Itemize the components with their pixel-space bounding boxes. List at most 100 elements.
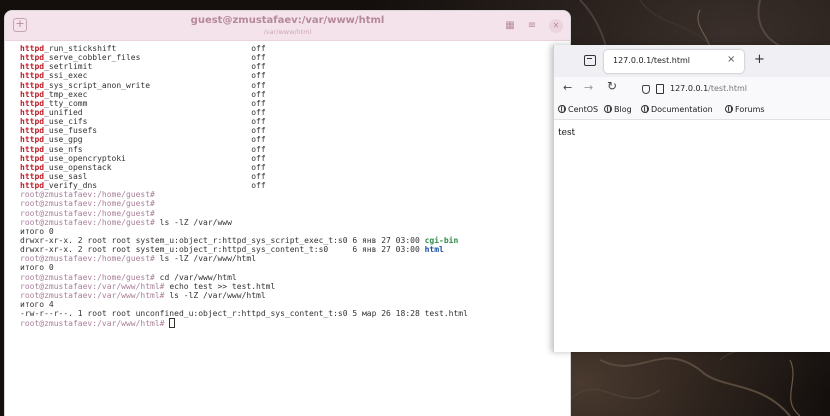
sebool-name: _use_cifs bbox=[44, 117, 88, 127]
sebool-name: _run_stickshift bbox=[44, 44, 117, 53]
tab-title: 127.0.0.1/test.html bbox=[613, 56, 690, 65]
sebool-value: off bbox=[251, 181, 266, 191]
httpd-keyword: httpd bbox=[20, 117, 45, 127]
window-subtitle: /var/www/html bbox=[263, 28, 312, 36]
sebool-value: off bbox=[251, 80, 266, 90]
sebool-line: httpd_use_nfs off bbox=[20, 145, 565, 154]
line-text: echo test >> test.html bbox=[164, 281, 276, 291]
sebool-line: httpd_use_opencryptoki off bbox=[20, 154, 565, 163]
sebool-value: off bbox=[251, 89, 266, 99]
line-text: итого 4 bbox=[20, 299, 54, 309]
tab-list-icon[interactable] bbox=[584, 55, 596, 66]
sebool-line: httpd_setrlimit off bbox=[20, 62, 565, 71]
httpd-keyword: httpd bbox=[20, 80, 45, 90]
line-text: ls -lZ /var/www/html bbox=[164, 290, 266, 300]
httpd-keyword: httpd bbox=[20, 62, 45, 72]
sebool-value: off bbox=[251, 162, 266, 172]
text-cursor bbox=[169, 318, 176, 329]
httpd-keyword: httpd bbox=[20, 53, 45, 63]
bookmark-label: Blog bbox=[614, 105, 632, 114]
bookmark-label: CentOS bbox=[568, 105, 599, 114]
httpd-keyword: httpd bbox=[20, 162, 45, 172]
browser-window[interactable]: 127.0.0.1/test.html × + ← → ↻ 127.0.0.1/… bbox=[553, 45, 830, 352]
httpd-keyword: httpd bbox=[20, 89, 45, 99]
bookmark-label: Forums bbox=[735, 105, 765, 114]
sebool-line: httpd_tty_comm off bbox=[20, 99, 565, 108]
page-body-text: test bbox=[558, 128, 576, 138]
globe-icon bbox=[725, 105, 733, 113]
sebool-value: off bbox=[251, 153, 266, 163]
sebool-name: _use_gpg bbox=[44, 135, 83, 145]
page-icon[interactable] bbox=[656, 84, 664, 94]
globe-icon bbox=[558, 105, 566, 113]
shell-prompt: root@zmustafaev:/home/guest# bbox=[20, 217, 155, 227]
sebool-value: off bbox=[251, 126, 266, 136]
httpd-keyword: httpd bbox=[20, 181, 45, 191]
sebool-value: off bbox=[251, 117, 266, 127]
sebool-name: _ssi_exec bbox=[44, 71, 88, 81]
close-icon[interactable]: ✕ bbox=[549, 19, 563, 33]
sebool-value: off bbox=[251, 107, 266, 117]
reload-icon[interactable]: ↻ bbox=[607, 79, 617, 93]
hamburger-menu-icon[interactable]: ≡ bbox=[525, 19, 539, 33]
view-grid-icon[interactable]: ▦ bbox=[504, 19, 516, 33]
window-title: guest@zmustafaev:/var/www/html bbox=[190, 15, 385, 26]
tab-close-icon[interactable]: × bbox=[727, 54, 735, 65]
prompt-line: root@zmustafaev:/home/guest# bbox=[20, 199, 565, 208]
directory-name: html bbox=[424, 245, 444, 255]
httpd-keyword: httpd bbox=[20, 126, 45, 136]
forward-arrow-icon[interactable]: → bbox=[584, 81, 593, 94]
shell-prompt: root@zmustafaev:/home/guest# bbox=[20, 190, 155, 200]
bookmark-blog[interactable]: Blog bbox=[604, 105, 632, 114]
shell-prompt: root@zmustafaev:/home/guest# bbox=[20, 208, 155, 218]
terminal-output[interactable]: httpd_run_stickshift off httpd_serve_cobb… bbox=[20, 44, 565, 329]
browser-tab[interactable]: 127.0.0.1/test.html × bbox=[604, 50, 744, 73]
shield-icon[interactable] bbox=[642, 85, 650, 94]
sebool-value: off bbox=[251, 144, 266, 154]
bookmark-forums[interactable]: Forums bbox=[725, 105, 765, 114]
back-arrow-icon[interactable]: ← bbox=[563, 81, 572, 94]
bookmark-centos[interactable]: CentOS bbox=[558, 105, 598, 114]
output-line: итого 4 bbox=[20, 300, 565, 309]
url-bar[interactable]: 127.0.0.1/test.html bbox=[639, 80, 830, 99]
new-tab-button[interactable]: + bbox=[754, 52, 765, 67]
sebool-name: _use_openstack bbox=[44, 162, 112, 172]
prompt-line: root@zmustafaev:/var/www/html# echo test… bbox=[20, 282, 565, 291]
httpd-keyword: httpd bbox=[20, 144, 45, 154]
sebool-name: _unified bbox=[44, 107, 83, 117]
sebool-name: _sys_script_anon_write bbox=[44, 80, 151, 90]
sebool-name: _use_sasl bbox=[44, 171, 88, 181]
sebool-line: httpd_use_cifs off bbox=[20, 117, 565, 126]
bookmark-documentation[interactable]: Documentation bbox=[641, 105, 713, 114]
sebool-name: _setrlimit bbox=[44, 62, 93, 72]
sebool-value: off bbox=[251, 171, 266, 181]
line-text: ls -lZ /var/www bbox=[154, 217, 232, 227]
prompt-line: root@zmustafaev:/var/www/html# ls -lZ /v… bbox=[20, 291, 565, 300]
prompt-line: root@zmustafaev:/home/guest# ls -lZ /var… bbox=[20, 254, 565, 263]
url-path: /test.html bbox=[708, 84, 747, 93]
bookmark-label: Documentation bbox=[651, 105, 713, 114]
output-line: drwxr-xr-x. 2 root root system_u:object_… bbox=[20, 245, 565, 254]
prompt-line: root@zmustafaev:/var/www/html# bbox=[20, 318, 565, 329]
url-text[interactable]: 127.0.0.1/test.html bbox=[670, 84, 747, 93]
terminal-header[interactable]: + guest@zmustafaev:/var/www/html /var/ww… bbox=[5, 11, 570, 41]
sebool-line: httpd_unified off bbox=[20, 108, 565, 117]
sebool-name: _use_nfs bbox=[44, 144, 83, 154]
sebool-value: off bbox=[251, 44, 266, 53]
url-host: 127.0.0.1 bbox=[670, 84, 709, 93]
terminal-window[interactable]: + guest@zmustafaev:/var/www/html /var/ww… bbox=[5, 11, 570, 416]
sebool-line: httpd_tmp_exec off bbox=[20, 90, 565, 99]
globe-icon bbox=[604, 105, 612, 113]
line-text: cd /var/www/html bbox=[154, 272, 237, 282]
output-line: -rw-r--r--. 1 root root unconfined_u:obj… bbox=[20, 309, 565, 318]
output-line: drwxr-xr-x. 2 root root system_u:object_… bbox=[20, 236, 565, 245]
line-text: ls -lZ /var/www/html bbox=[154, 254, 257, 264]
sebool-value: off bbox=[251, 62, 266, 72]
sebool-name: _use_opencryptoki bbox=[44, 153, 126, 163]
